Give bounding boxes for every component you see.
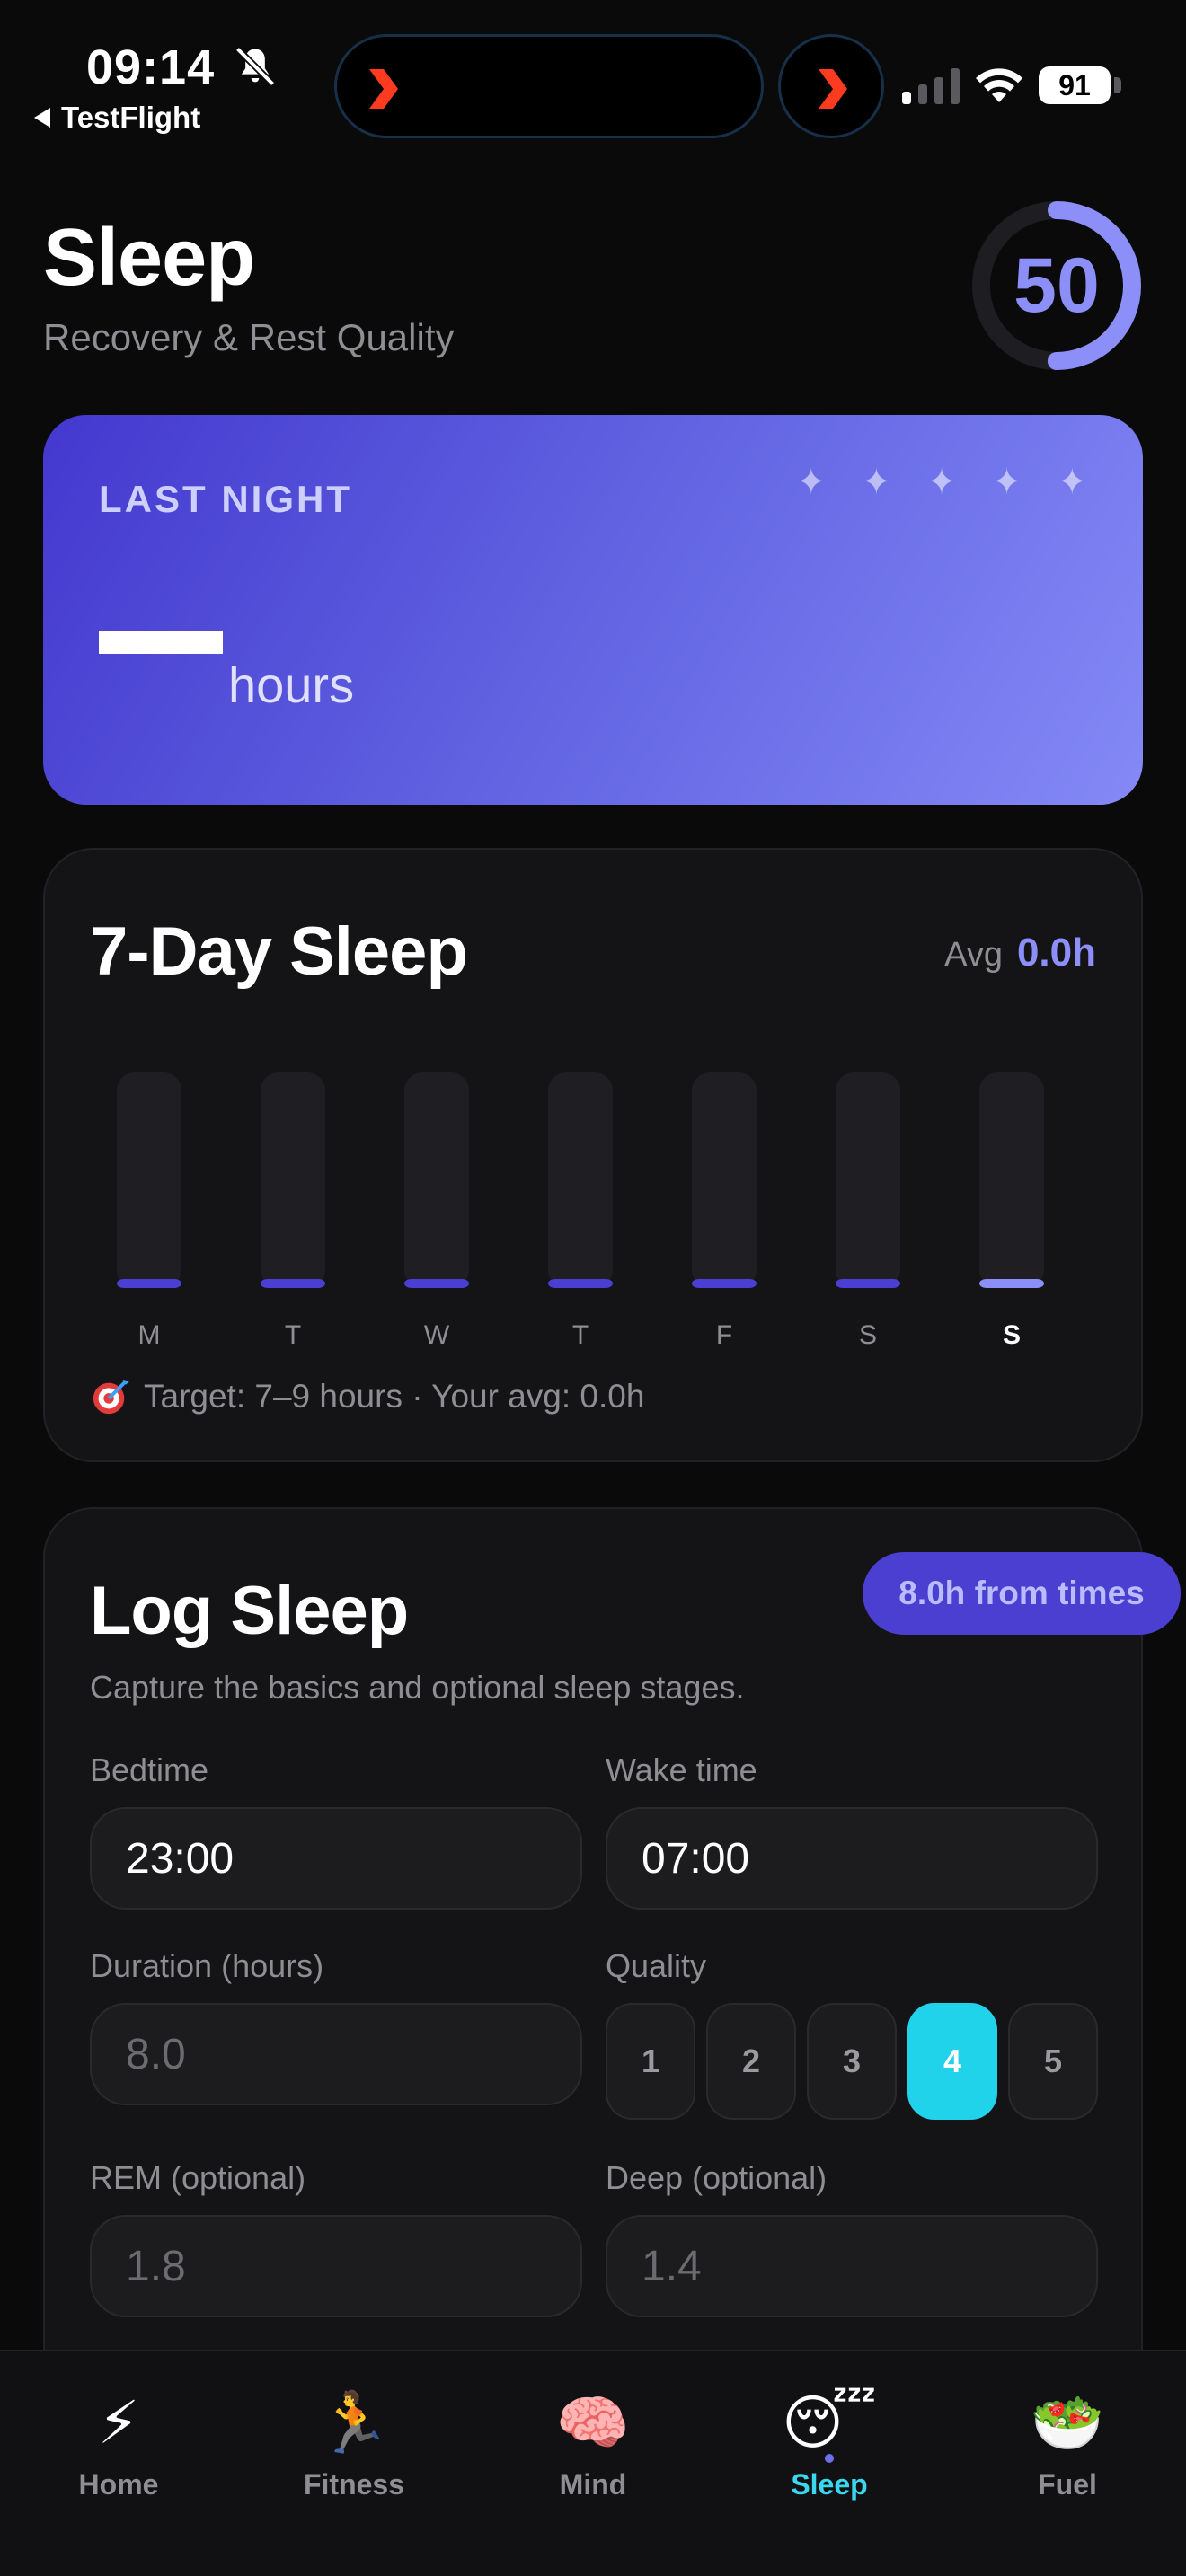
bar-track-1 xyxy=(261,1072,325,1288)
bar-track-6 xyxy=(979,1072,1044,1288)
tab-fitness-label: Fitness xyxy=(303,2468,405,2501)
quality-option-5[interactable]: 5 xyxy=(1008,2003,1098,2120)
dart-target-icon xyxy=(93,1379,130,1415)
runner-icon: 🏃 xyxy=(316,2388,392,2457)
last-night-hours-empty-dash xyxy=(99,631,223,654)
deep-label: Deep (optional) xyxy=(606,2159,828,2196)
bar-6 xyxy=(979,1279,1044,1288)
dynamic-island-secondary xyxy=(778,34,884,138)
computed-duration-badge: 8.0h from times xyxy=(863,1552,1181,1635)
quality-option-2[interactable]: 2 xyxy=(706,2003,796,2120)
stars-decoration-icon: ✦ ✦ ✦ ✦ ✦ xyxy=(795,463,1100,502)
bar-track-5 xyxy=(836,1072,900,1288)
tab-bar: ⚡ Home 🏃 Fitness 🧠 Mind 😴 Sleep 🥗 Fuel xyxy=(0,2350,1186,2576)
log-sleep-title: Log Sleep xyxy=(90,1573,409,1649)
day-label-2: W xyxy=(424,1320,450,1350)
battery-cap xyxy=(1114,77,1121,93)
quality-option-4[interactable]: 4 xyxy=(907,2003,997,2120)
deep-input[interactable] xyxy=(606,2215,1098,2317)
tab-mind-label: Mind xyxy=(559,2468,627,2501)
tab-fuel[interactable]: 🥗 Fuel xyxy=(978,2387,1157,2501)
duration-input[interactable] xyxy=(90,2003,582,2105)
wifi-icon xyxy=(976,68,1022,102)
bar-track-4 xyxy=(692,1072,757,1288)
seven-day-sleep-card: 7-Day Sleep Avg 0.0h MTWTFSS Target: 7–9… xyxy=(43,848,1143,1462)
salad-icon: 🥗 xyxy=(1030,2388,1105,2457)
bar-3 xyxy=(548,1279,613,1288)
wake-time-label: Wake time xyxy=(606,1751,757,1788)
battery-level: 91 xyxy=(1039,66,1111,104)
wake-time-input[interactable] xyxy=(606,1807,1098,1910)
day-label-5: S xyxy=(859,1320,877,1350)
target-summary: Target: 7–9 hours · Your avg: 0.0h xyxy=(90,1376,644,1417)
tab-mind[interactable]: 🧠 Mind xyxy=(503,2387,683,2501)
day-label-6: S xyxy=(1003,1320,1021,1350)
last-night-hours-unit: hours xyxy=(228,657,355,713)
sleep-score-value: 50 xyxy=(1013,243,1100,329)
bedtime-input[interactable] xyxy=(90,1807,582,1910)
bar-0 xyxy=(117,1279,181,1288)
back-triangle-icon xyxy=(34,108,50,128)
last-night-label: LAST NIGHT xyxy=(99,478,352,520)
bar-5 xyxy=(836,1279,900,1288)
page-subtitle: Recovery & Rest Quality xyxy=(43,316,455,358)
status-time: 09:14 xyxy=(86,40,216,94)
bedtime-label: Bedtime xyxy=(90,1751,209,1788)
bar-4 xyxy=(692,1279,757,1288)
bar-track-2 xyxy=(404,1072,469,1288)
testflight-activity-icon xyxy=(369,69,398,109)
brain-icon: 🧠 xyxy=(555,2388,631,2457)
day-label-3: T xyxy=(572,1320,589,1350)
tab-home-label: Home xyxy=(78,2468,159,2501)
tab-sleep[interactable]: 😴 Sleep xyxy=(739,2387,919,2501)
last-night-card[interactable]: LAST NIGHT ✦ ✦ ✦ ✦ ✦ hours xyxy=(43,415,1143,805)
bell-slash-icon xyxy=(235,46,276,87)
quality-option-1[interactable]: 1 xyxy=(606,2003,695,2120)
sleep-screen: 09:14 TestFlight 91 Sleep Recovery & Res… xyxy=(0,0,1186,2576)
lightning-icon: ⚡ xyxy=(97,2388,140,2457)
bar-track-0 xyxy=(117,1072,181,1288)
tab-fuel-label: Fuel xyxy=(1038,2468,1097,2501)
sleeping-face-icon: 😴 xyxy=(782,2388,877,2457)
tab-sleep-label: Sleep xyxy=(791,2468,868,2501)
day-label-1: T xyxy=(285,1320,301,1350)
tab-fitness[interactable]: 🏃 Fitness xyxy=(264,2387,444,2501)
target-text: Target: 7–9 hours · Your avg: 0.0h xyxy=(144,1378,645,1415)
quality-option-3[interactable]: 3 xyxy=(807,2003,897,2120)
dynamic-island xyxy=(334,34,764,138)
bar-1 xyxy=(261,1279,325,1288)
rem-input[interactable] xyxy=(90,2215,582,2317)
page-title: Sleep xyxy=(43,213,255,303)
rem-label: REM (optional) xyxy=(90,2159,306,2196)
quality-label: Quality xyxy=(606,1947,707,1984)
tab-home[interactable]: ⚡ Home xyxy=(29,2387,208,2501)
back-to-testflight-link[interactable]: TestFlight xyxy=(34,101,200,135)
testflight-activity-icon xyxy=(819,69,847,109)
back-app-label: TestFlight xyxy=(61,101,201,134)
signal-icon xyxy=(902,68,960,104)
seven-day-bar-chart: MTWTFSS xyxy=(117,1072,1044,1350)
day-label-4: F xyxy=(716,1320,732,1350)
bar-track-3 xyxy=(548,1072,613,1288)
day-label-0: M xyxy=(138,1320,161,1350)
active-tab-indicator xyxy=(825,2454,834,2463)
bar-2 xyxy=(404,1279,469,1288)
duration-label: Duration (hours) xyxy=(90,1947,324,1984)
log-sleep-description: Capture the basics and optional sleep st… xyxy=(90,1669,745,1706)
